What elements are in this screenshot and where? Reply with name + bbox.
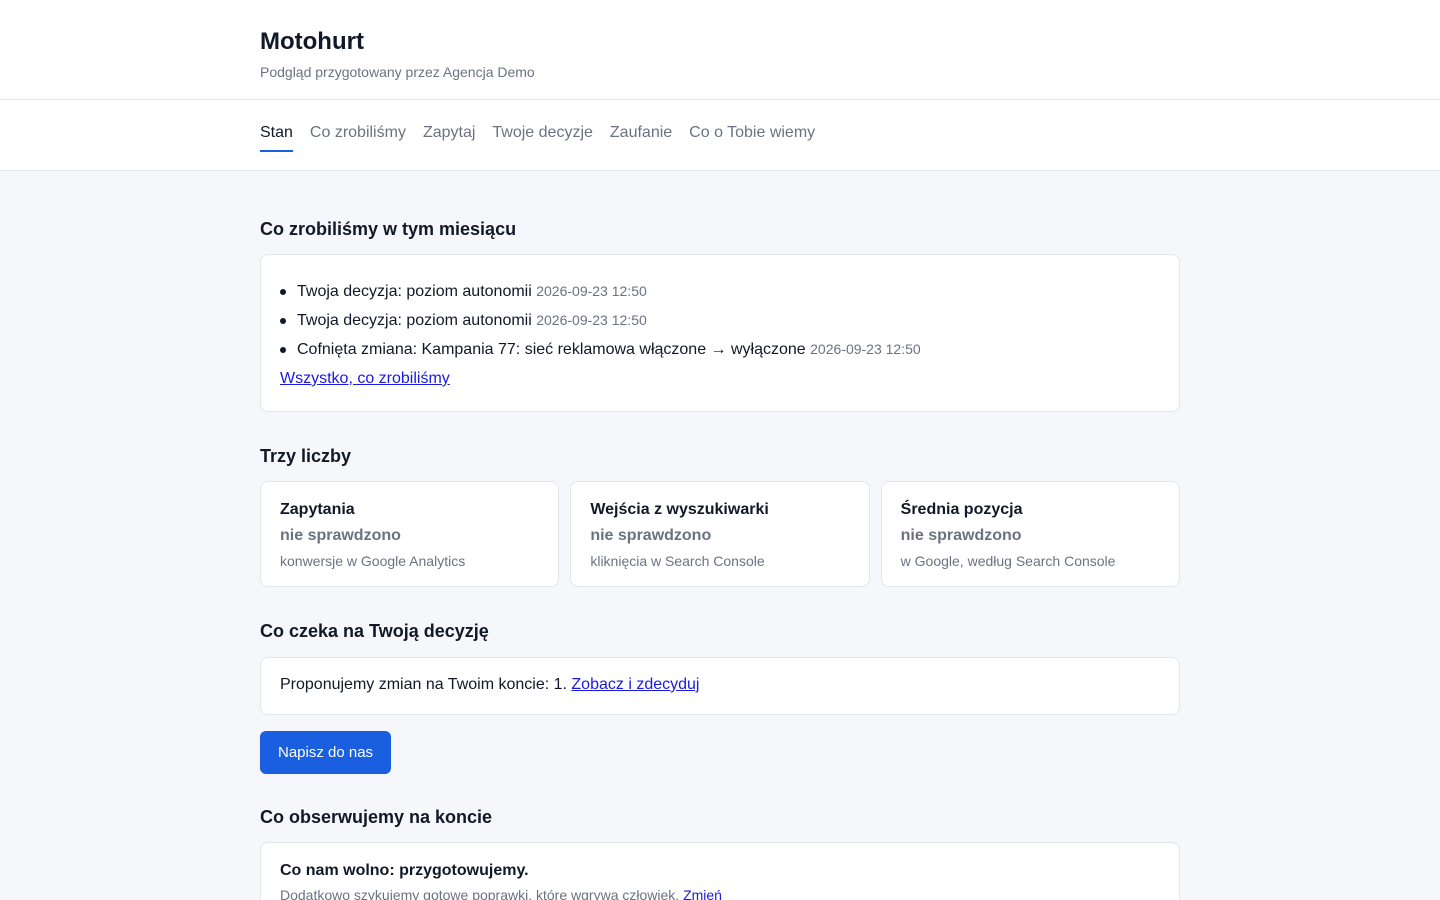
observe-card-title: Co nam wolno: przygotowujemy. [280,862,529,879]
list-item: Cofnięta zmiana: Kampania 77: sieć rekla… [280,335,1160,364]
tab-zapytaj[interactable]: Zapytaj [423,100,475,170]
metric-title: Wejścia z wyszukiwarki [590,501,769,518]
metrics-row: Zapytania nie sprawdzono konwersje w Goo… [260,481,1180,587]
decision-text: Proponujemy zmian na Twoim koncie: 1. [280,676,567,693]
timestamp: 2026-09-23 12:50 [536,312,647,328]
activity-section-title: Co zrobiliśmy w tym miesiącu [260,219,517,239]
tab-stan[interactable]: Stan [260,100,293,170]
metric-value: nie sprawdzono [900,527,1022,544]
main-nav: Stan Co zrobiliśmy Zapytaj Twoje decyzje… [0,100,1440,171]
tab-co-zrobilismy[interactable]: Co zrobiliśmy [310,100,406,170]
metric-card-inquiries: Zapytania nie sprawdzono konwersje w Goo… [260,481,560,587]
page-header: Motohurt Podgląd przygotowany przez Agen… [0,0,1440,100]
tab-zaufanie[interactable]: Zaufanie [610,100,672,170]
metric-desc: w Google, według Search Console [900,553,1116,569]
change-link[interactable]: Zmień [683,887,722,900]
metric-desc: kliknięcia w Search Console [590,553,765,569]
tab-co-o-tobie-wiemy[interactable]: Co o Tobie wiemy [689,100,815,170]
metrics-section-title: Trzy liczby [260,446,352,466]
observe-section-title: Co obserwujemy na koncie [260,807,493,827]
main-content: Co zrobiliśmy w tym miesiącu Twoja decyz… [0,171,1440,900]
activity-card: Twoja decyzja: poziom autonomii 2026-09-… [260,254,1180,412]
metric-card-avg-position: Średnia pozycja nie sprawdzono w Google,… [880,481,1180,587]
brand-title: Motohurt [260,28,364,55]
all-activity-link[interactable]: Wszystko, co zrobiliśmy [280,364,450,393]
see-and-decide-link[interactable]: Zobacz i zdecyduj [571,676,699,693]
timestamp: 2026-09-23 12:50 [536,283,647,299]
list-item: Twoja decyzja: poziom autonomii 2026-09-… [280,277,1160,306]
metric-value: nie sprawdzono [280,527,401,544]
metric-value: nie sprawdzono [590,527,712,544]
decision-card: Proponujemy zmian na Twoim koncie: 1. Zo… [260,657,1180,715]
decision-section-title: Co czeka na Twoją decyzję [260,621,489,641]
activity-list: Twoja decyzja: poziom autonomii 2026-09-… [280,277,1160,364]
metric-title: Zapytania [280,501,355,518]
tab-twoje-decyzje[interactable]: Twoje decyzje [492,100,593,170]
observe-card: Co nam wolno: przygotowujemy. Dodatkowo … [260,842,1180,900]
timestamp: 2026-09-23 12:50 [810,341,921,357]
contact-us-button[interactable]: Napisz do nas [260,731,392,774]
observe-card-desc: Dodatkowo szykujemy gotowe poprawki, któ… [280,887,1160,900]
metric-desc: konwersje w Google Analytics [280,553,466,569]
brand-subtitle: Podgląd przygotowany przez Agencja Demo [260,64,535,80]
metric-title: Średnia pozycja [900,501,1023,518]
metric-card-search-visits: Wejścia z wyszukiwarki nie sprawdzono kl… [570,481,870,587]
list-item: Twoja decyzja: poziom autonomii 2026-09-… [280,306,1160,335]
